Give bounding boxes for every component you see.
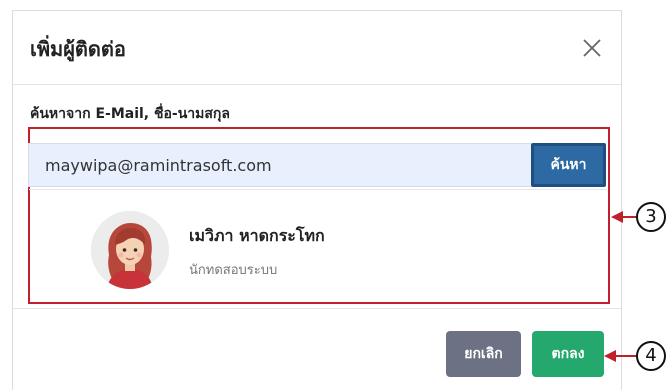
search-divider <box>29 189 607 190</box>
callout-4-badge: 4 <box>636 341 666 371</box>
search-label: ค้นหาจาก E-Mail, ชื่อ-นามสกุล <box>30 106 230 122</box>
footer-divider <box>13 308 621 309</box>
dialog-header: เพิ่มผู้ติดต่อ <box>13 11 621 85</box>
search-row: ค้นหา <box>28 143 606 187</box>
ok-button[interactable]: ตกลง <box>532 331 604 377</box>
user-avatar <box>91 211 169 289</box>
search-input[interactable] <box>28 143 531 187</box>
contact-role: นักทดสอบระบบ <box>189 263 278 278</box>
contact-name[interactable]: เมวิภา หาดกระโทก <box>189 224 325 249</box>
callout-4-line <box>614 355 638 357</box>
cancel-button[interactable]: ยกเลิก <box>446 331 521 377</box>
callout-3-badge: 3 <box>636 202 666 232</box>
close-icon[interactable] <box>581 37 603 59</box>
search-button[interactable]: ค้นหา <box>531 143 606 187</box>
add-contact-dialog: เพิ่มผู้ติดต่อ ค้นหาจาก E-Mail, ชื่อ-นาม… <box>12 10 622 390</box>
dialog-title: เพิ่มผู้ติดต่อ <box>30 37 126 61</box>
